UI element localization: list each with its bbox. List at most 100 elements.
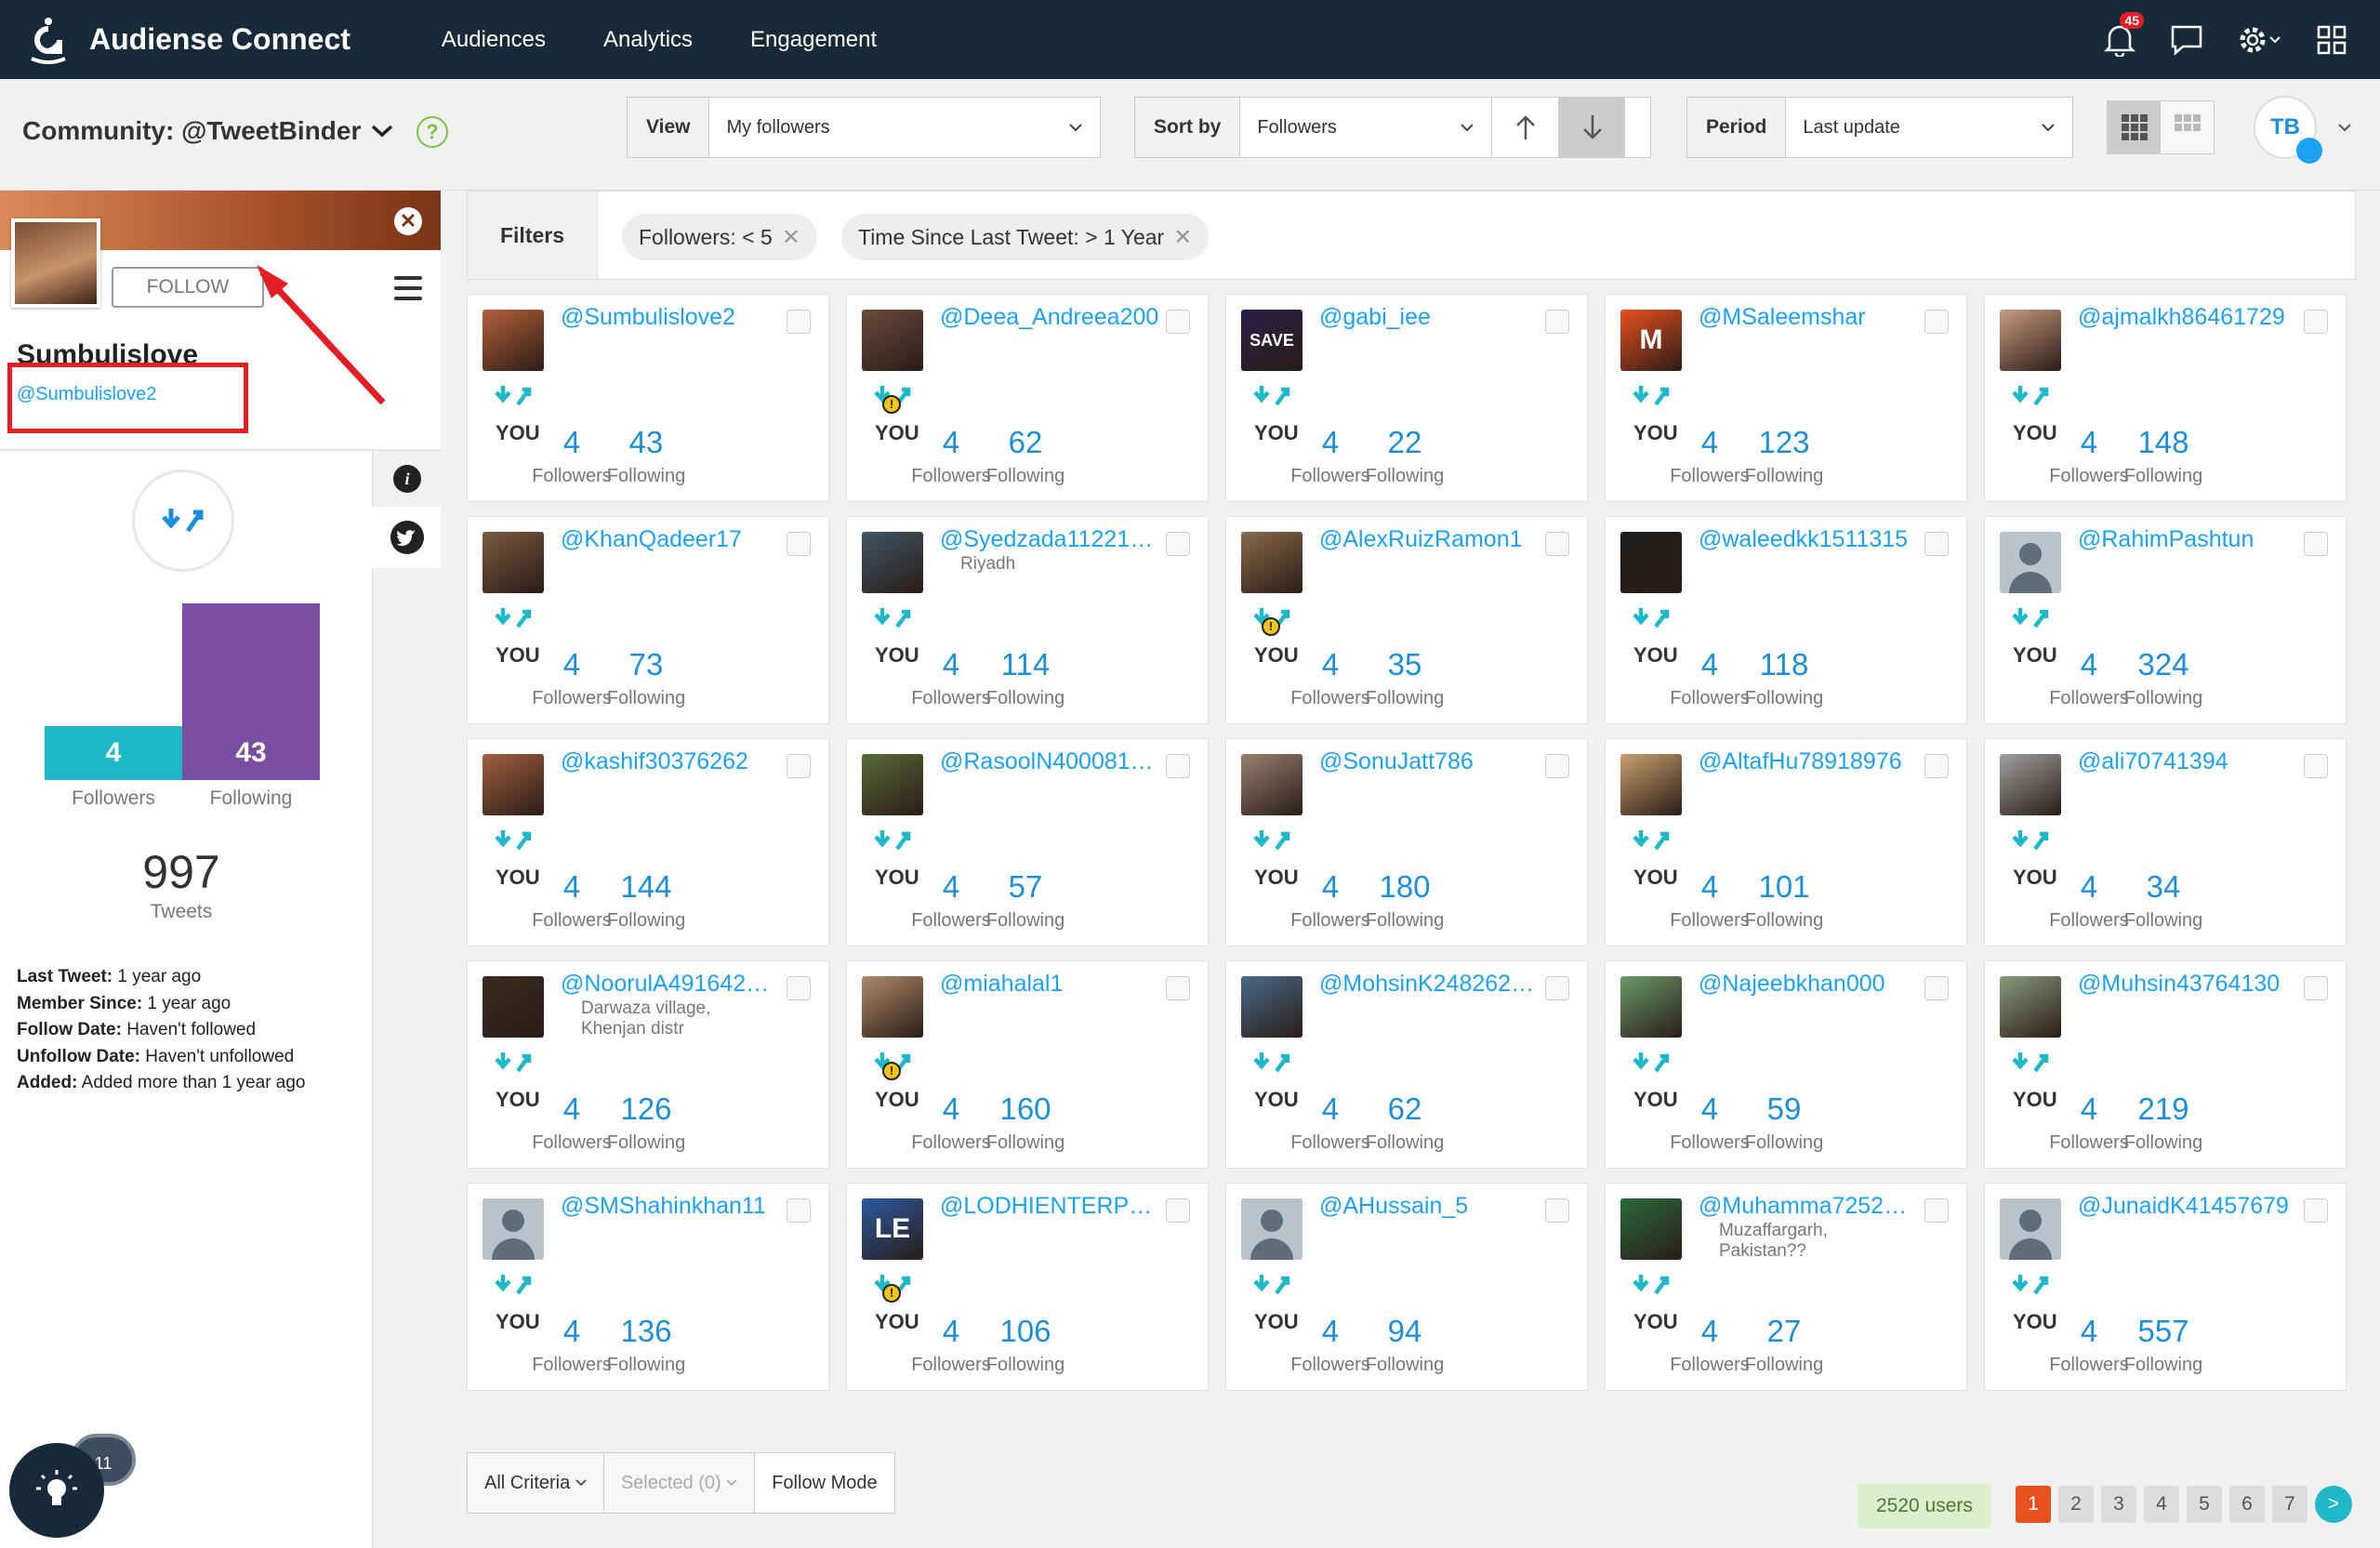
- select-checkbox[interactable]: [787, 754, 811, 778]
- page-5[interactable]: 5: [2187, 1486, 2222, 1523]
- user-avatar[interactable]: [483, 754, 544, 815]
- user-card[interactable]: @MohsinK248262… YOU 4 Followers 62 Following: [1225, 960, 1588, 1169]
- user-card[interactable]: @Sumbulislove2 YOU 4 Followers 43 Following: [467, 294, 829, 502]
- sort-ascending-button[interactable]: [1491, 98, 1558, 157]
- user-handle[interactable]: @Najeebkhan000: [1699, 971, 1885, 998]
- user-handle[interactable]: @gabi_iee: [1319, 304, 1431, 331]
- user-handle[interactable]: @Muhsin43764130: [2078, 971, 2280, 998]
- select-checkbox[interactable]: [1545, 1198, 1569, 1223]
- user-handle[interactable]: @RasoolN400081…: [940, 748, 1154, 775]
- user-avatar[interactable]: [2000, 532, 2061, 593]
- user-card[interactable]: @Syedzada11221… Riyadh YOU 4 Followers 114 Fol…: [846, 516, 1209, 724]
- user-card[interactable]: LE @LODHIENTERPRIS2! YOU 4 Followers 106 Follo…: [846, 1183, 1209, 1391]
- select-checkbox[interactable]: [2304, 754, 2328, 778]
- page-7[interactable]: 7: [2272, 1486, 2307, 1523]
- close-icon[interactable]: ✕: [1173, 224, 1192, 251]
- user-handle[interactable]: @AlexRuizRamon1: [1319, 526, 1523, 553]
- user-card[interactable]: @AHussain_5 YOU 4 Followers 94 Following: [1225, 1183, 1588, 1391]
- user-card[interactable]: @SMShahinkhan11 YOU 4 Followers 136 Following: [467, 1183, 829, 1391]
- grid-view-button[interactable]: [2108, 101, 2161, 153]
- select-checkbox[interactable]: [2304, 1198, 2328, 1223]
- user-handle[interactable]: @Syedzada11221…: [940, 526, 1153, 553]
- page-3[interactable]: 3: [2101, 1486, 2136, 1523]
- apps-button[interactable]: [2311, 20, 2352, 60]
- user-handle[interactable]: @kashif30376262: [561, 748, 748, 775]
- user-card[interactable]: @NoorulA491642… Darwaza village, Khenjan …: [467, 960, 829, 1169]
- sort-dropdown[interactable]: Followers: [1240, 98, 1491, 157]
- select-checkbox[interactable]: [1166, 754, 1190, 778]
- view-dropdown[interactable]: My followers: [709, 98, 1100, 157]
- select-checkbox[interactable]: [1924, 754, 1949, 778]
- messages-button[interactable]: [2166, 20, 2207, 60]
- select-checkbox[interactable]: [1924, 1198, 1949, 1223]
- user-avatar[interactable]: [862, 976, 923, 1038]
- user-avatar[interactable]: [483, 310, 544, 371]
- user-card[interactable]: @Muhamma7252… Muzaffargarh, Pakistan?? YOU…: [1605, 1183, 1967, 1391]
- user-card[interactable]: @SonuJatt786 YOU 4 Followers 180 Following: [1225, 738, 1588, 946]
- select-checkbox[interactable]: [1545, 310, 1569, 334]
- user-avatar[interactable]: [483, 976, 544, 1038]
- user-card[interactable]: @JunaidK41457679 YOU 4 Followers 557 Followin…: [1984, 1183, 2347, 1391]
- settings-button[interactable]: [2233, 20, 2285, 60]
- select-checkbox[interactable]: [1166, 976, 1190, 1000]
- user-card[interactable]: @AlexRuizRamon1! YOU 4 Followers 35 Following: [1225, 516, 1588, 724]
- account-chevron-down-icon[interactable]: [2337, 123, 2352, 132]
- user-avatar[interactable]: [862, 532, 923, 593]
- twitter-icon[interactable]: [390, 521, 424, 554]
- user-avatar[interactable]: [1241, 532, 1302, 593]
- user-handle[interactable]: @ajmalkh86461729: [2078, 304, 2285, 331]
- user-handle[interactable]: @SonuJatt786: [1319, 748, 1474, 775]
- user-handle[interactable]: @AHussain_5: [1319, 1193, 1468, 1220]
- nav-audiences[interactable]: Audiences: [442, 27, 546, 53]
- notifications-button[interactable]: 45: [2099, 11, 2144, 60]
- select-checkbox[interactable]: [2304, 310, 2328, 334]
- user-handle[interactable]: @Deea_Andreea200: [940, 304, 1158, 331]
- selected-dropdown[interactable]: Selected (0): [604, 1453, 756, 1513]
- user-avatar[interactable]: SAVE: [1241, 310, 1302, 371]
- large-grid-view-button[interactable]: [2161, 101, 2214, 153]
- user-avatar[interactable]: [483, 1198, 544, 1260]
- info-icon[interactable]: i: [393, 465, 421, 493]
- app-logo[interactable]: Audiense Connect: [28, 16, 350, 64]
- user-handle[interactable]: @SMShahinkhan11: [561, 1193, 766, 1220]
- user-avatar[interactable]: M: [1620, 310, 1682, 371]
- page-6[interactable]: 6: [2229, 1486, 2265, 1523]
- user-card[interactable]: @miahalal1! YOU 4 Followers 160 Following: [846, 960, 1209, 1169]
- select-checkbox[interactable]: [1166, 532, 1190, 556]
- user-avatar[interactable]: [1620, 754, 1682, 815]
- select-checkbox[interactable]: [2304, 532, 2328, 556]
- user-card[interactable]: @RasoolN400081… YOU 4 Followers 57 Following: [846, 738, 1209, 946]
- filters-label[interactable]: Filters: [468, 192, 598, 279]
- menu-icon[interactable]: [394, 276, 422, 307]
- page-1[interactable]: 1: [2016, 1486, 2051, 1523]
- select-checkbox[interactable]: [787, 532, 811, 556]
- follow-button[interactable]: FOLLOW: [112, 267, 264, 308]
- user-handle[interactable]: @JunaidK41457679: [2078, 1193, 2289, 1220]
- select-checkbox[interactable]: [1924, 976, 1949, 1000]
- select-checkbox[interactable]: [1166, 1198, 1190, 1223]
- select-checkbox[interactable]: [1545, 754, 1569, 778]
- user-card[interactable]: @Deea_Andreea200! YOU 4 Followers 62 Followin…: [846, 294, 1209, 502]
- user-avatar[interactable]: [862, 754, 923, 815]
- user-handle[interactable]: @KhanQadeer17: [561, 526, 742, 553]
- user-card[interactable]: @ali70741394 YOU 4 Followers 34 Following: [1984, 738, 2347, 946]
- select-checkbox[interactable]: [787, 310, 811, 334]
- period-select[interactable]: Period Last update: [1686, 97, 2073, 158]
- user-card[interactable]: M @MSaleemshar YOU 4 Followers 123 Following: [1605, 294, 1967, 502]
- user-avatar[interactable]: [1241, 1198, 1302, 1260]
- filter-chip-followers[interactable]: Followers: < 5 ✕: [622, 214, 817, 260]
- user-avatar[interactable]: [1620, 1198, 1682, 1260]
- help-icon[interactable]: ?: [416, 116, 448, 148]
- user-avatar[interactable]: [483, 532, 544, 593]
- user-card[interactable]: @AltafHu78918976 YOU 4 Followers 101 Followin…: [1605, 738, 1967, 946]
- user-card[interactable]: @Muhsin43764130 YOU 4 Followers 219 Following: [1984, 960, 2347, 1169]
- select-checkbox[interactable]: [1924, 532, 1949, 556]
- user-avatar[interactable]: [1241, 754, 1302, 815]
- user-handle[interactable]: @ali70741394: [2078, 748, 2228, 775]
- user-card[interactable]: @KhanQadeer17 YOU 4 Followers 73 Following: [467, 516, 829, 724]
- select-checkbox[interactable]: [1545, 532, 1569, 556]
- user-handle[interactable]: @AltafHu78918976: [1699, 748, 1902, 775]
- view-select[interactable]: View My followers: [627, 97, 1101, 158]
- user-avatar[interactable]: [2000, 754, 2061, 815]
- nav-analytics[interactable]: Analytics: [603, 27, 693, 53]
